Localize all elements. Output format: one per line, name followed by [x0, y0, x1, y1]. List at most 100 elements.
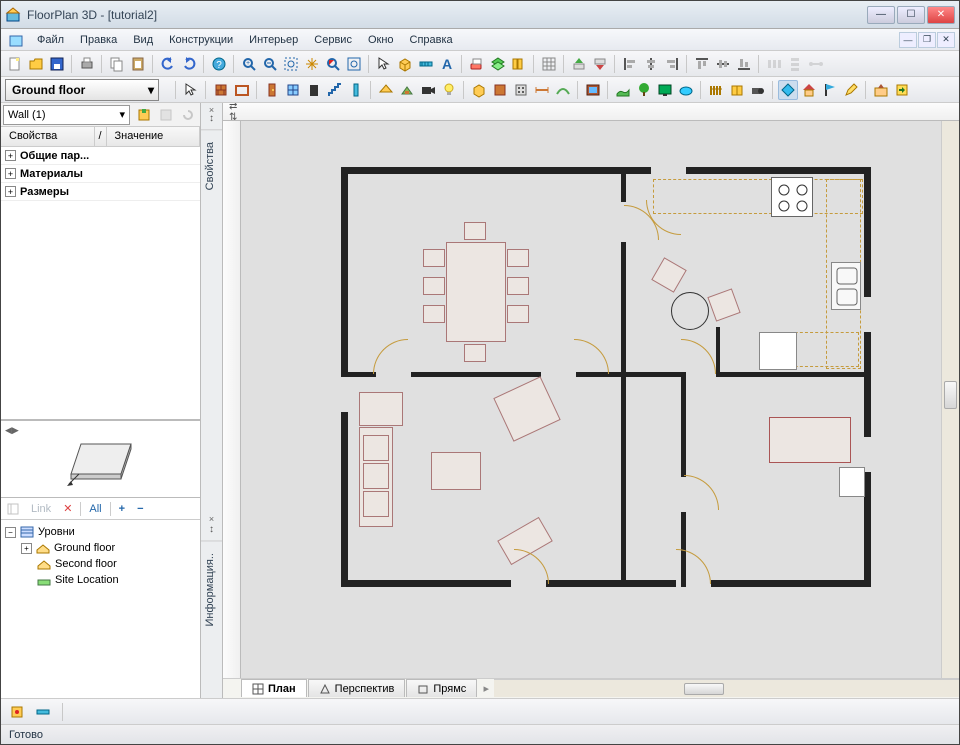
tv-button[interactable]: [655, 80, 675, 100]
drawing-canvas[interactable]: [241, 121, 941, 678]
tabs-scroll-icon[interactable]: ▸: [478, 679, 494, 697]
stairs-tool-button[interactable]: [325, 80, 345, 100]
levels-delete-icon[interactable]: ✕: [59, 500, 76, 517]
close-button[interactable]: ✕: [927, 6, 955, 24]
column-tool-button[interactable]: [346, 80, 366, 100]
wall-add-button[interactable]: [134, 105, 154, 125]
vtab-properties[interactable]: Свойства: [201, 129, 222, 202]
gate-button[interactable]: [727, 80, 747, 100]
menu-file[interactable]: Файл: [29, 31, 72, 49]
render-button[interactable]: [778, 80, 798, 100]
ruler-vertical[interactable]: [223, 121, 241, 678]
redo-button[interactable]: [179, 54, 199, 74]
scrollbar-thumb[interactable]: [944, 381, 957, 409]
doc-close-button[interactable]: ✕: [937, 32, 955, 48]
vtab-pin-icon-2[interactable]: ↕: [201, 524, 222, 540]
scrollbar-horizontal[interactable]: [494, 679, 959, 697]
props-col-value[interactable]: Значение: [107, 127, 201, 146]
zoom-out-button[interactable]: [260, 54, 280, 74]
select-tool-button[interactable]: [374, 54, 394, 74]
dormer-tool-button[interactable]: [397, 80, 417, 100]
align-middle-button[interactable]: [713, 54, 733, 74]
preview-nav-icon[interactable]: ◀▶: [5, 425, 19, 436]
pan-button[interactable]: [302, 54, 322, 74]
measure-tool-button[interactable]: [416, 54, 436, 74]
levels-expand-button[interactable]: +: [115, 501, 129, 517]
layers-button[interactable]: [488, 54, 508, 74]
cabinet-button[interactable]: [490, 80, 510, 100]
menu-edit[interactable]: Правка: [72, 31, 125, 49]
appliance-button[interactable]: [511, 80, 531, 100]
vtab-close-icon[interactable]: ×: [201, 103, 222, 113]
tree-item-second[interactable]: Second floor: [5, 556, 196, 572]
edit-tool-button[interactable]: [841, 80, 861, 100]
scrollbar-thumb-h[interactable]: [684, 683, 724, 695]
delete-button[interactable]: [467, 54, 487, 74]
tree-root[interactable]: − Уровни: [5, 524, 196, 540]
ruler-horizontal[interactable]: ⇄⇅: [223, 103, 959, 121]
menu-help[interactable]: Справка: [402, 31, 461, 49]
zoom-fit-button[interactable]: [344, 54, 364, 74]
align-center-button[interactable]: [641, 54, 661, 74]
flag-button[interactable]: [820, 80, 840, 100]
minimize-button[interactable]: —: [867, 6, 895, 24]
copy-button[interactable]: [107, 54, 127, 74]
align-right-button[interactable]: [662, 54, 682, 74]
picture-button[interactable]: [583, 80, 603, 100]
door-tool-button[interactable]: [262, 80, 282, 100]
menu-view[interactable]: Вид: [125, 31, 161, 49]
opening-tool-button[interactable]: [304, 80, 324, 100]
expand-icon[interactable]: +: [5, 186, 16, 197]
doc-restore-button[interactable]: ❐: [918, 32, 936, 48]
help-button[interactable]: ?: [209, 54, 229, 74]
cube-tool-button[interactable]: [395, 54, 415, 74]
vtab-close-icon-2[interactable]: ×: [201, 514, 222, 524]
props-row-sizes[interactable]: +Размеры: [1, 183, 200, 201]
wizard-button[interactable]: [871, 80, 891, 100]
room-tool-button[interactable]: [232, 80, 252, 100]
collapse-icon[interactable]: −: [5, 527, 16, 538]
undo-button[interactable]: [158, 54, 178, 74]
props-row-general[interactable]: +Общие пар...: [1, 147, 200, 165]
align-left-button[interactable]: [620, 54, 640, 74]
dimension-button[interactable]: [532, 80, 552, 100]
distribute-space-button[interactable]: [806, 54, 826, 74]
expand-icon[interactable]: +: [5, 150, 16, 161]
zoom-extents-button[interactable]: [323, 54, 343, 74]
library-button[interactable]: [509, 54, 529, 74]
wall-select[interactable]: Wall (1): [3, 105, 130, 125]
expand-icon[interactable]: +: [21, 543, 32, 554]
doc-minimize-button[interactable]: —: [899, 32, 917, 48]
menu-constructions[interactable]: Конструкции: [161, 31, 241, 49]
levels-all-button[interactable]: All: [85, 501, 105, 517]
paste-button[interactable]: [128, 54, 148, 74]
distribute-h-button[interactable]: [764, 54, 784, 74]
light-tool-button[interactable]: [439, 80, 459, 100]
level-up-button[interactable]: [569, 54, 589, 74]
expand-icon[interactable]: +: [5, 168, 16, 179]
roof-tool-button[interactable]: [376, 80, 396, 100]
props-col-name[interactable]: Свойства: [1, 127, 95, 146]
levels-link-label[interactable]: Link: [27, 501, 55, 517]
levels-collapse-button[interactable]: −: [133, 501, 147, 517]
view-tab-perspective[interactable]: Перспектив: [308, 679, 406, 697]
tree-item-site[interactable]: Site Location: [5, 572, 196, 588]
print-button[interactable]: [77, 54, 97, 74]
save-button[interactable]: [47, 54, 67, 74]
scrollbar-vertical[interactable]: [941, 121, 959, 678]
align-bottom-button[interactable]: [734, 54, 754, 74]
new-file-button[interactable]: [5, 54, 25, 74]
view-tab-plan[interactable]: План: [241, 679, 307, 697]
terrain-button[interactable]: [613, 80, 633, 100]
level-down-button[interactable]: [590, 54, 610, 74]
snap-button[interactable]: [7, 702, 27, 722]
vtab-pin-icon[interactable]: ↕: [201, 113, 222, 129]
open-file-button[interactable]: [26, 54, 46, 74]
menu-service[interactable]: Сервис: [306, 31, 360, 49]
vtab-info[interactable]: Информация..: [201, 540, 222, 638]
ruler-button[interactable]: [33, 702, 53, 722]
view-tab-direct[interactable]: Прямс: [406, 679, 477, 697]
pool-button[interactable]: [676, 80, 696, 100]
zoom-in-button[interactable]: +: [239, 54, 259, 74]
grid-button[interactable]: [539, 54, 559, 74]
